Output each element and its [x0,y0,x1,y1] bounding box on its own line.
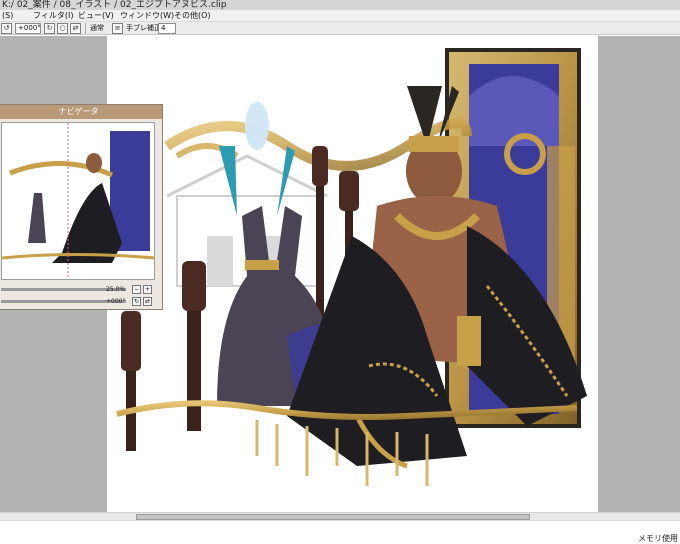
blend-mode-label[interactable]: 通常 [90,22,104,35]
blend-mode-icon[interactable]: ≡ [112,23,123,34]
rotate-reset-button[interactable]: ○ [57,23,68,34]
menu-item-other[interactable]: その他(O) [174,10,211,22]
navigator-title[interactable]: ナビゲータ [0,105,162,119]
navigator-rotation-value: +000° [106,298,126,305]
rotation-input[interactable]: +000° [15,23,41,34]
title-bar: K:/ 02_案件 / 08_イラスト / 02_エジプトアヌビス.clip [0,0,680,10]
memory-usage-label: メモリ使用 [638,534,678,543]
illustration [116,48,587,486]
menu-item-filter[interactable]: フィルタ(I) [33,10,73,22]
stabilization-input[interactable]: 4 [158,23,176,34]
menu-item-s[interactable]: (S) [2,10,13,22]
flip-button[interactable]: ⇄ [70,23,81,34]
zoom-out-button[interactable]: − [132,285,141,294]
stabilization-label: 手ブレ補正 [126,24,161,32]
toolbar-divider [85,23,86,34]
navigator-panel[interactable]: ナビゲータ 25.0% − + +000° ↻ ⇄ [0,104,163,310]
navigator-zoom-row: 25.0% − + [1,285,155,294]
navigator-preview[interactable] [1,122,155,280]
flip-horizontal-button[interactable]: ⇄ [143,297,152,306]
rotate-right-button[interactable]: ↻ [44,23,55,34]
rotate-button[interactable]: ↻ [132,297,141,306]
window-title: K:/ 02_案件 / 08_イラスト / 02_エジプトアヌビス.clip [2,0,227,10]
rotate-left-button[interactable]: ↺ [1,23,12,34]
toolbar: ↺ +000° ↻ ○ ⇄ 通常 ≡ 手ブレ補正 4 [0,22,680,35]
navigator-thumbnail [2,123,154,279]
canvas[interactable] [107,36,598,512]
status-bar: メモリ使用 [0,520,680,544]
menu-item-view[interactable]: ビュー(V) [78,10,114,22]
menu-bar: (S) フィルタ(I) ビュー(V) ウィンドウ(W) その他(O) [0,10,680,22]
navigator-zoom-value: 25.0% [106,286,126,293]
navigator-rotate-row: +000° ↻ ⇄ [1,297,155,306]
horizontal-scrollbar[interactable] [0,512,680,520]
menu-item-window[interactable]: ウィンドウ(W) [120,10,174,22]
zoom-in-button[interactable]: + [143,285,152,294]
